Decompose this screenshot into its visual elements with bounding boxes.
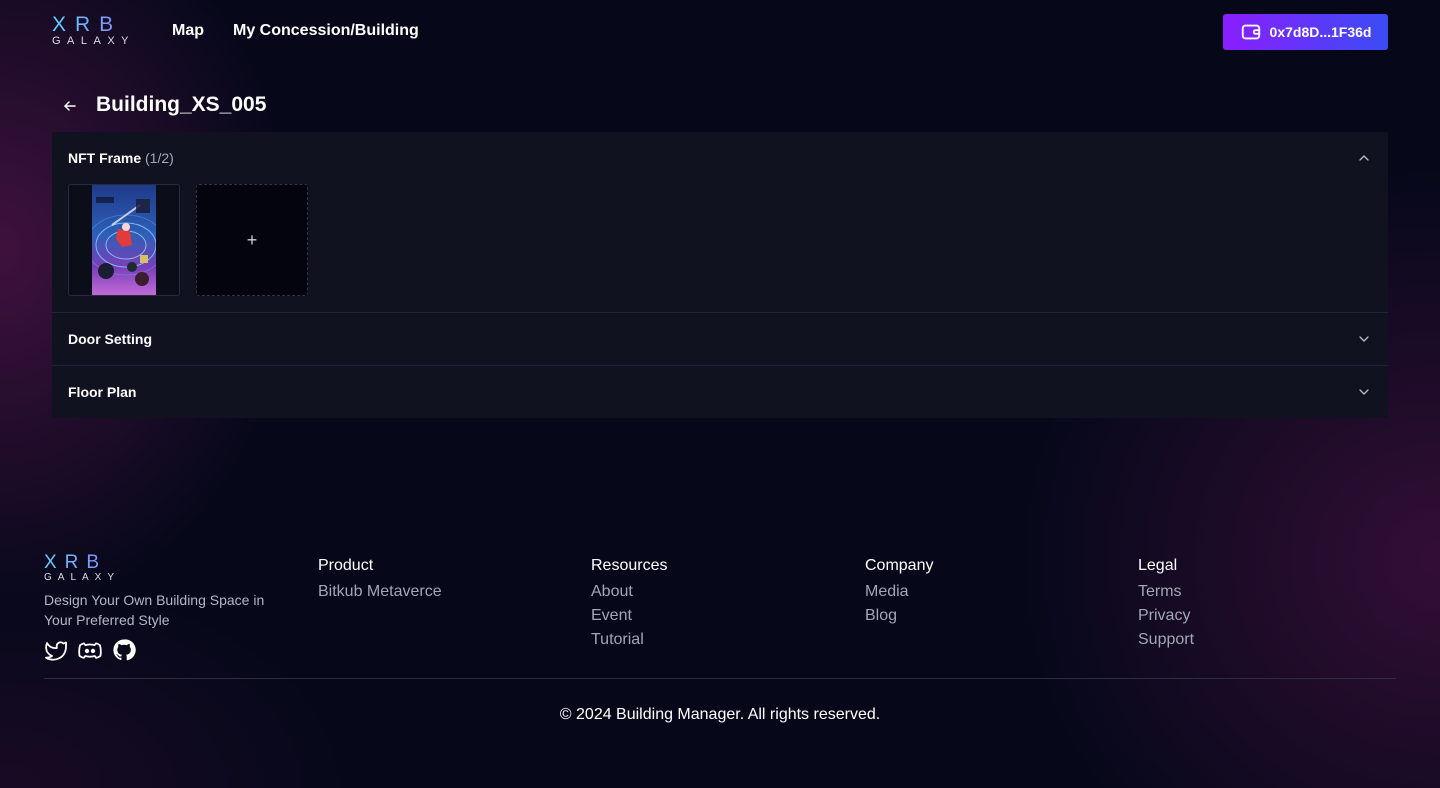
nft-artwork-image: [92, 185, 156, 295]
nft-frame-title: NFT Frame (1/2): [68, 150, 174, 166]
floor-plan-section: Floor Plan: [52, 366, 1388, 418]
footer-column-legal: Legal Terms Privacy Support: [1138, 556, 1194, 652]
chevron-down-icon[interactable]: [1358, 386, 1370, 398]
discord-icon[interactable]: [78, 638, 102, 662]
footer-link-privacy[interactable]: Privacy: [1138, 604, 1194, 628]
nav-link-my-concession-building[interactable]: My Concession/Building: [233, 22, 419, 40]
footer-logo-wordmark-bottom: GALAXY: [44, 572, 121, 583]
wallet-icon: [1241, 24, 1260, 40]
chevron-down-icon[interactable]: [1358, 333, 1370, 345]
footer-column-product: Product Bitkub Metaverce: [318, 556, 442, 604]
footer-link-about[interactable]: About: [591, 580, 667, 604]
footer-link-blog[interactable]: Blog: [865, 604, 933, 628]
back-arrow-icon[interactable]: [60, 96, 80, 116]
nft-frame-body: +: [52, 184, 1388, 312]
footer-column-resources: Resources About Event Tutorial: [591, 556, 667, 652]
nft-frame-section: NFT Frame (1/2) +: [52, 132, 1388, 313]
twitter-icon[interactable]: [44, 638, 68, 662]
nav-link-map[interactable]: Map: [172, 22, 204, 40]
nft-frame-header[interactable]: NFT Frame (1/2): [52, 132, 1388, 184]
footer-heading-legal: Legal: [1138, 557, 1178, 574]
wallet-address: 0x7d8D...1F36d: [1269, 24, 1372, 40]
footer-logo-wordmark-top: XRB: [44, 553, 120, 572]
plus-icon: +: [246, 230, 258, 250]
logo-wordmark-bottom: GALAXY: [52, 35, 136, 47]
github-icon[interactable]: [112, 638, 136, 662]
chevron-up-icon[interactable]: [1358, 152, 1370, 164]
logo-wordmark-top: XRB: [52, 14, 135, 35]
footer-link-tutorial[interactable]: Tutorial: [591, 628, 667, 652]
footer-column-company: Company Media Blog: [865, 556, 933, 628]
footer-brand-logo[interactable]: XRB GALAXY: [44, 553, 120, 584]
page-title: Building_XS_005: [96, 93, 267, 116]
footer-heading-company: Company: [865, 557, 934, 574]
door-setting-title: Door Setting: [68, 331, 152, 347]
footer-tagline: Design Your Own Building Space in Your P…: [44, 592, 265, 628]
social-links: [44, 638, 136, 662]
footer-link-bitkub-metaverce[interactable]: Bitkub Metaverce: [318, 580, 442, 604]
add-nft-frame-button[interactable]: +: [196, 184, 308, 296]
door-setting-section: Door Setting: [52, 313, 1388, 366]
floor-plan-header[interactable]: Floor Plan: [52, 366, 1388, 418]
door-setting-header[interactable]: Door Setting: [52, 313, 1388, 365]
nft-frame-count: (1/2): [145, 150, 174, 166]
copyright-text: © 2024 Building Manager. All rights rese…: [559, 706, 881, 723]
wallet-connect-button[interactable]: 0x7d8D...1F36d: [1223, 14, 1388, 50]
footer-link-terms[interactable]: Terms: [1138, 580, 1194, 604]
top-navbar: XRB GALAXY Map My Concession/Building 0x…: [0, 0, 1440, 64]
footer-heading-product: Product: [318, 557, 374, 574]
footer-divider: [44, 678, 1396, 679]
nft-frame-label: NFT Frame: [68, 150, 142, 166]
footer-link-event[interactable]: Event: [591, 604, 667, 628]
footer-heading-resources: Resources: [591, 557, 668, 574]
brand-logo[interactable]: XRB GALAXY: [52, 14, 135, 47]
building-settings-accordion: NFT Frame (1/2) + Door Setting Floor Pla…: [52, 132, 1388, 418]
floor-plan-title: Floor Plan: [68, 384, 137, 400]
footer-link-media[interactable]: Media: [865, 580, 933, 604]
footer-link-support[interactable]: Support: [1138, 628, 1194, 652]
nft-thumbnail[interactable]: [68, 184, 180, 296]
